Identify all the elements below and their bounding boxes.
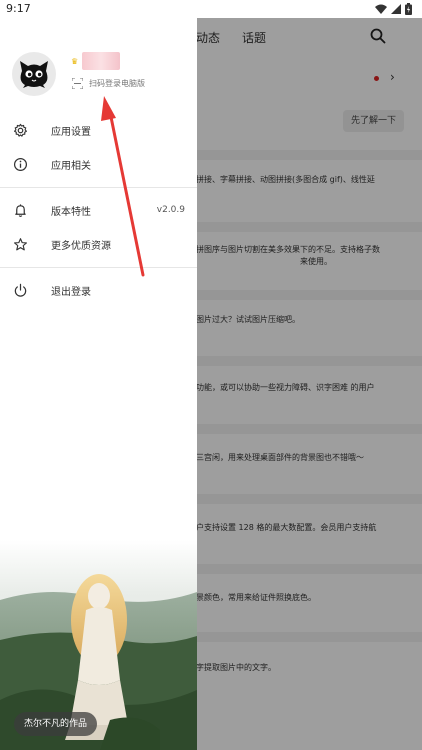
menu-item-more-resources[interactable]: 更多优质资源 xyxy=(0,228,197,260)
scan-login-label: 扫码登录电脑版 xyxy=(89,79,145,88)
menu-item-label: 应用相关 xyxy=(51,160,91,172)
bell-icon xyxy=(12,202,28,218)
info-icon xyxy=(12,156,28,172)
credit-badge: 杰尔不凡的作品 xyxy=(14,712,98,736)
gear-icon xyxy=(12,122,28,138)
menu-item-app-settings[interactable]: 应用设置 xyxy=(0,114,197,146)
status-time: 9:17 xyxy=(6,2,31,15)
menu-item-label: 退出登录 xyxy=(51,286,91,298)
menu-item-label: 应用设置 xyxy=(51,126,91,138)
avatar[interactable] xyxy=(12,52,56,96)
menu-item-logout[interactable]: 退出登录 xyxy=(0,274,197,306)
signal-icon xyxy=(391,4,401,14)
status-bar: 9:17 xyxy=(0,0,422,18)
power-icon xyxy=(12,282,28,298)
menu-item-version-features[interactable]: 版本特性 v2.0.9 xyxy=(0,194,197,226)
menu-divider xyxy=(0,267,197,268)
cat-mascot-icon xyxy=(20,61,48,88)
vip-crown-icon: ♛ xyxy=(71,57,79,66)
star-icon xyxy=(12,236,28,252)
battery-icon xyxy=(405,3,412,15)
scan-login-row[interactable]: 扫码登录电脑版 xyxy=(72,78,145,89)
username-redacted xyxy=(82,52,120,70)
menu-item-about-app[interactable]: 应用相关 xyxy=(0,148,197,180)
menu-item-label: 更多优质资源 xyxy=(51,240,111,252)
menu-divider xyxy=(0,187,197,188)
navigation-drawer: ♛ 扫码登录电脑版 应用设置 应用相关 版本特性 v2.0.9 更多优质资源 退… xyxy=(0,18,197,750)
version-number: v2.0.9 xyxy=(156,205,185,215)
status-icons xyxy=(375,3,412,15)
menu-item-label: 版本特性 xyxy=(51,206,91,218)
wifi-icon xyxy=(375,4,387,14)
scan-icon xyxy=(72,78,83,89)
